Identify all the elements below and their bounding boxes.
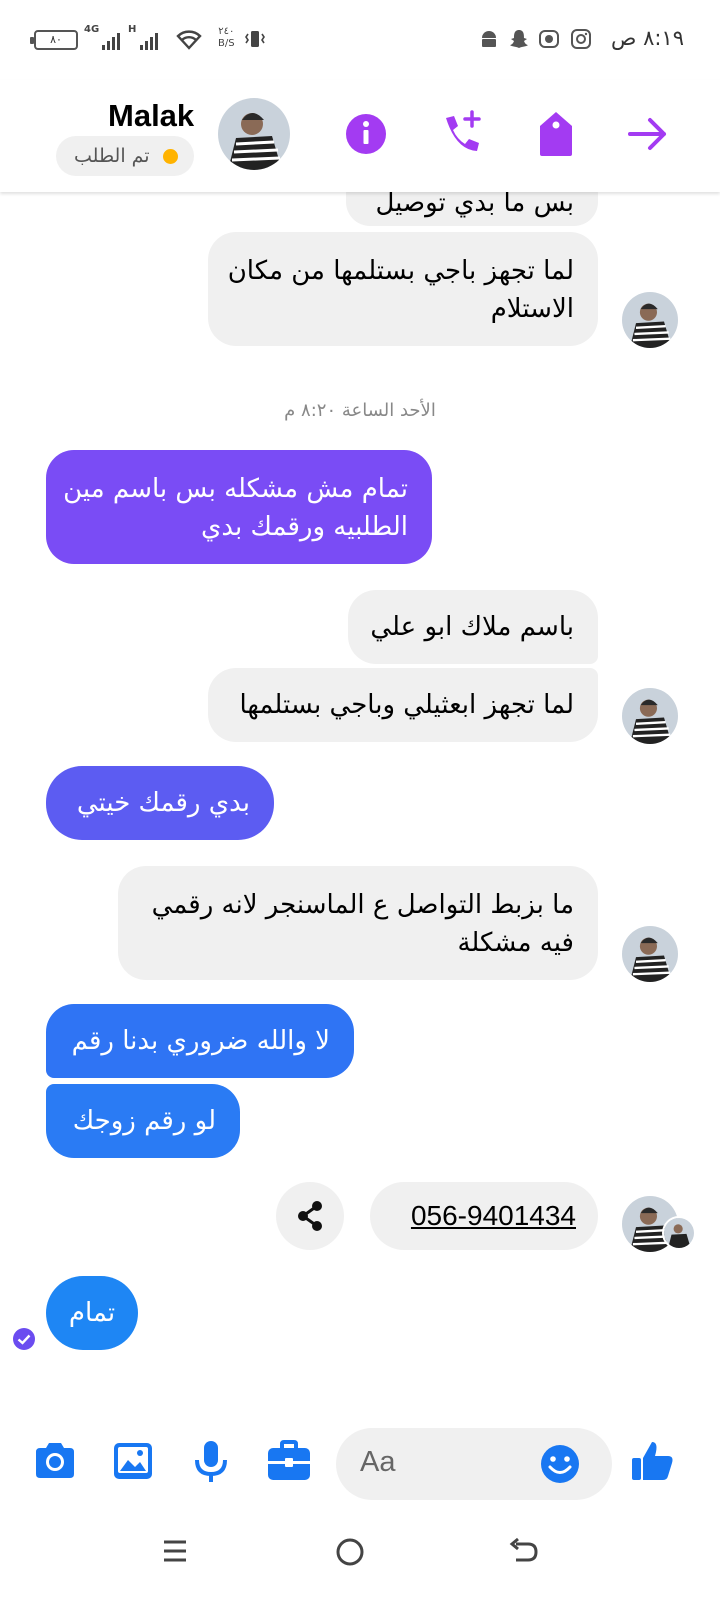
system-nav-bar bbox=[0, 1520, 720, 1612]
message-sent[interactable]: بدي رقمك خيتي bbox=[46, 766, 274, 840]
youtube-icon bbox=[539, 30, 559, 48]
vibrate-icon bbox=[245, 31, 265, 47]
message-timestamp: الأحد الساعة ٨:٢٠ م bbox=[284, 400, 436, 421]
signal-icon bbox=[102, 30, 120, 50]
add-call-icon[interactable] bbox=[438, 108, 486, 160]
battery-icon: ٨٠ bbox=[30, 30, 78, 50]
message-input[interactable]: Aa bbox=[336, 1428, 612, 1500]
clock: ٨:١٩ ص bbox=[611, 26, 684, 50]
emoji-icon[interactable] bbox=[538, 1442, 582, 1486]
chat-header: Malak تم الطلب bbox=[0, 80, 720, 192]
contact-avatar-small[interactable] bbox=[622, 926, 678, 982]
thumbs-up-icon[interactable] bbox=[628, 1436, 678, 1486]
android-icon bbox=[482, 31, 496, 47]
contact-name[interactable]: Malak bbox=[108, 98, 194, 134]
wifi-icon bbox=[176, 30, 202, 50]
briefcase-icon[interactable] bbox=[264, 1436, 314, 1486]
speed-unit: B/S bbox=[218, 38, 235, 49]
message-sent[interactable]: تمام مش مشكله بس باسم مين الطلبيه ورقمك … bbox=[46, 450, 432, 564]
forward-arrow-icon[interactable] bbox=[624, 108, 672, 160]
message-line: تمام مش مشكله بس باسم مين bbox=[63, 474, 408, 504]
instagram-icon bbox=[571, 29, 591, 49]
message-line: لما تجهز باجي بستلمها من مكان bbox=[227, 256, 574, 286]
contact-avatar-small[interactable] bbox=[622, 688, 678, 744]
message-line: ما بزبط التواصل ع الماسنجر لانه رقمي bbox=[151, 890, 574, 920]
message-received[interactable]: لما تجهز ابعثيلي وباجي بستلمها bbox=[208, 668, 598, 742]
delivered-check-icon bbox=[13, 1328, 35, 1350]
status-bar: ٨٠ 4G H ٢٤٠ B/S ٨:١٩ ص bbox=[0, 0, 720, 80]
phone-number-link[interactable]: 056-9401434 bbox=[370, 1182, 598, 1250]
message-sent[interactable]: لو رقم زوجك bbox=[46, 1084, 240, 1158]
home-icon[interactable] bbox=[334, 1536, 366, 1568]
order-status-badge[interactable]: تم الطلب bbox=[56, 136, 194, 176]
info-icon[interactable] bbox=[342, 108, 390, 160]
share-icon bbox=[298, 1201, 322, 1231]
network-type-h: H bbox=[128, 24, 137, 35]
composer-bar: Aa bbox=[0, 1418, 720, 1508]
message-sent[interactable]: تمام bbox=[46, 1276, 138, 1350]
message-received[interactable]: ما بزبط التواصل ع الماسنجر لانه رقمي فيه… bbox=[118, 866, 598, 980]
tag-icon[interactable] bbox=[532, 108, 580, 160]
back-icon[interactable] bbox=[508, 1536, 540, 1568]
contact-avatar-small[interactable] bbox=[622, 292, 678, 348]
microphone-icon[interactable] bbox=[186, 1436, 236, 1486]
network-type-4g: 4G bbox=[84, 24, 100, 35]
signal-icon-2 bbox=[140, 30, 158, 50]
gallery-icon[interactable] bbox=[108, 1436, 158, 1486]
network-speed: ٢٤٠ B/S bbox=[218, 26, 235, 50]
snapchat-icon bbox=[510, 30, 528, 48]
message-line: الطلبيه ورقمك بدي bbox=[201, 512, 408, 542]
message-received[interactable]: لما تجهز باجي بستلمها من مكان الاستلام bbox=[208, 232, 598, 346]
status-dot bbox=[163, 149, 178, 164]
message-received[interactable]: باسم ملاك ابو علي bbox=[348, 590, 598, 664]
order-status-label: تم الطلب bbox=[74, 145, 150, 167]
share-button[interactable] bbox=[276, 1182, 344, 1250]
message-line: فيه مشكلة bbox=[457, 928, 574, 958]
speed-value: ٢٤٠ bbox=[218, 26, 235, 37]
seen-avatar bbox=[662, 1216, 696, 1250]
message-sent[interactable]: لا والله ضروري بدنا رقم bbox=[46, 1004, 354, 1078]
contact-avatar[interactable] bbox=[218, 98, 290, 170]
camera-icon[interactable] bbox=[30, 1436, 80, 1486]
menu-icon[interactable] bbox=[160, 1536, 190, 1566]
message-input-placeholder: Aa bbox=[360, 1446, 396, 1478]
message-line: الاستلام bbox=[490, 294, 574, 324]
